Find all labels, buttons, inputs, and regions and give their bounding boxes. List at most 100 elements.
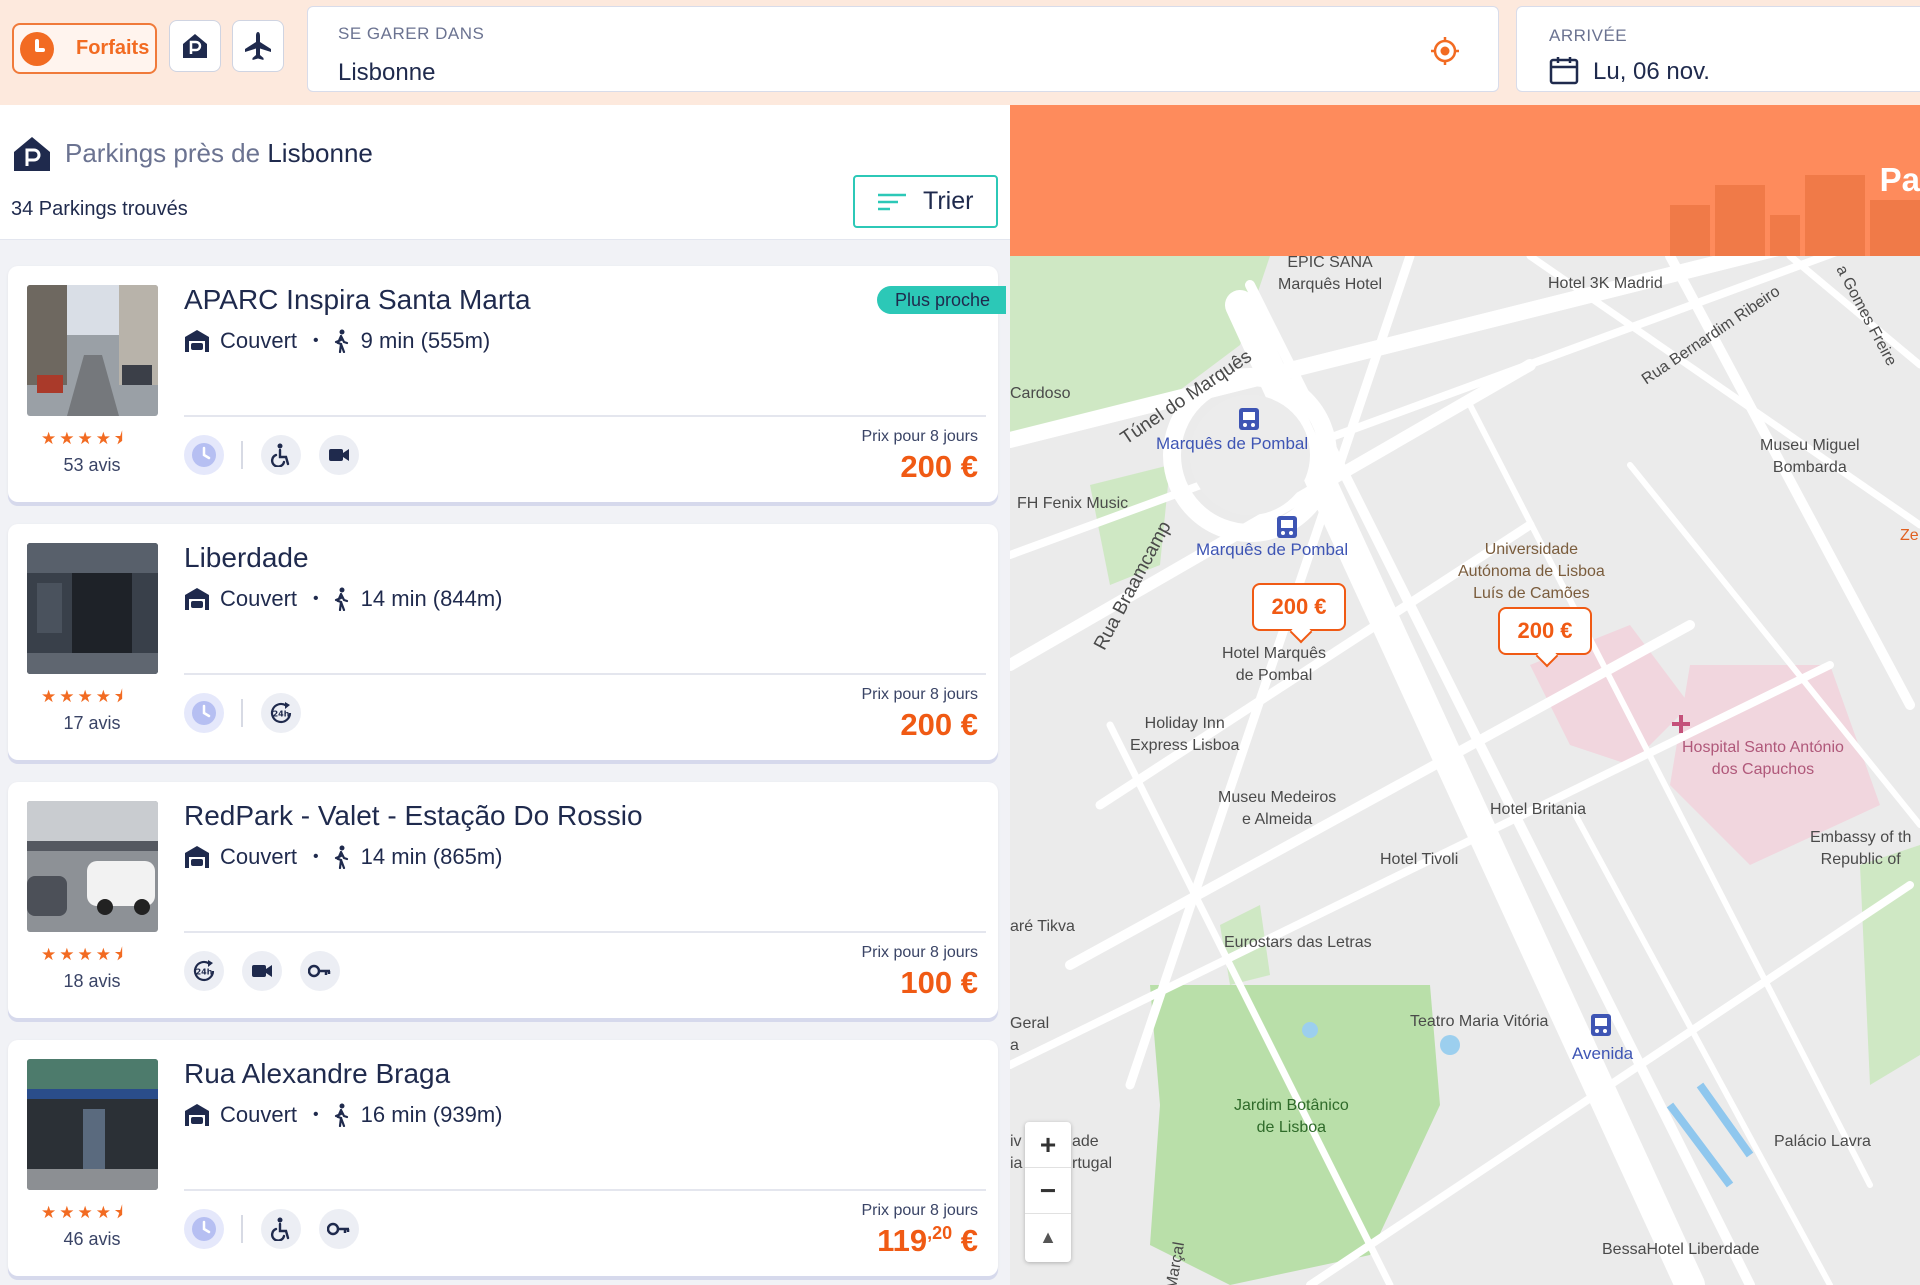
arrival-date-field[interactable]: ARRIVÉE Lu, 06 nov. [1516,6,1920,92]
compass-button[interactable]: ▲ [1025,1214,1071,1260]
parking-photo [27,543,158,674]
separator-dot: • [313,848,319,865]
half-star-icon: ⯨ [114,429,124,448]
parking-type: Couvert [220,586,298,611]
review-count[interactable]: 17 avis [28,713,156,734]
parking-card[interactable]: ★ ★ ★ ★ ⯨ 46 avis Rua Alexandre Braga Couver… [8,1040,998,1276]
airport-button[interactable] [232,20,284,72]
camera-icon [242,951,282,991]
walk-distance: 14 min (865m) [360,844,503,869]
map-label: Marquês de Pombal [1156,434,1309,453]
map-view[interactable]: EPIC SANA Marquês Hotel Hotel 3K Madrid … [1010,105,1920,1285]
feature-separator [241,699,243,727]
review-count[interactable]: 18 avis [28,971,156,992]
feature-icons [184,435,377,475]
promo-text: Pa [1879,161,1920,198]
compass-icon: ▲ [1039,1226,1057,1247]
parking-meta: Couvert • 9 min (555m) [184,328,490,354]
half-star-icon: ⯨ [114,945,124,964]
parking-house-icon [14,137,50,171]
map-label: Holiday Inn Express Lisboa [1130,715,1240,754]
zoom-out-button[interactable]: − [1025,1168,1071,1214]
search-caption: SE GARER DANS [338,24,485,43]
arrival-caption: ARRIVÉE [1549,26,1628,45]
map-label: Palácio Lavra [1774,1133,1871,1150]
map-label: Geral a [1010,1015,1050,1054]
parking-meta: Couvert • 16 min (939m) [184,1102,503,1128]
price-value: 100 € [900,965,978,1000]
parking-type: Couvert [220,1102,298,1127]
24h-icon: 24h [184,951,224,991]
star-icon: ★ [59,1203,75,1222]
parking-name[interactable]: Rua Alexandre Braga [184,1058,450,1090]
walk-distance: 9 min (555m) [360,328,491,353]
review-count[interactable]: 46 avis [28,1229,156,1250]
parking-type: Couvert [220,328,298,353]
opening-hours-icon [184,693,224,733]
search-value[interactable]: Lisbonne [338,59,435,87]
parking-photo [27,285,158,416]
separator-dot: • [313,1106,319,1123]
parking-photo [27,801,158,932]
svg-text:24h: 24h [272,710,289,719]
map-label: Ze [1900,527,1919,544]
map-label: EPIC SANA Marquês Hotel [1278,254,1383,293]
zoom-in-button[interactable]: + [1025,1122,1071,1168]
rating-stars: ★ ★ ★ ★ ⯨ [41,946,123,963]
star-icon: ★ [95,945,111,964]
feature-icons: 24h [184,693,319,733]
map-zoom-controls: + − ▲ [1025,1122,1071,1262]
price-value: 119,20 € [877,1223,978,1258]
card-divider [184,673,986,675]
star-icon: ★ [77,687,93,706]
map-label: Hotel Britania [1490,801,1587,818]
map-label: Embassy of th Republic of [1810,829,1912,868]
map-price-pin[interactable]: 200 € [1498,607,1592,655]
star-icon: ★ [95,429,111,448]
arrival-value[interactable]: Lu, 06 nov. [1593,58,1710,86]
geolocate-icon[interactable] [1430,36,1460,66]
parking-name[interactable]: RedPark - Valet - Estação Do Rossio [184,800,643,832]
price-caption: Prix pour 8 jours [861,1202,979,1219]
results-header: Parkings près de Lisbonne 34 Parkings tr… [0,105,1010,240]
parking-photo [27,1059,158,1190]
star-icon: ★ [77,429,93,448]
map-label: Hotel Tivoli [1380,851,1459,868]
card-divider [184,931,986,933]
review-count[interactable]: 53 avis [28,455,156,476]
key-icon [318,1209,359,1249]
star-icon: ★ [77,945,93,964]
map-price-pin[interactable]: 200 € [1252,583,1346,631]
map-label: Eurostars das Letras [1224,934,1372,951]
walk-distance: 14 min (844m) [360,586,503,611]
half-star-icon: ⯨ [114,1203,124,1222]
parking-card[interactable]: ★ ★ ★ ★ ⯨ 53 avis APARC Inspira Santa Marta … [8,266,1006,502]
parking-name[interactable]: Liberdade [184,542,309,574]
map-label: Marquês de Pombal [1196,540,1349,559]
parking-house-button[interactable] [169,20,221,72]
price-caption: Prix pour 8 jours [861,944,979,961]
parking-card[interactable]: ★ ★ ★ ★ ⯨ 18 avis RedPark - Valet - Estação … [8,782,998,1018]
map-label: Universidade Autónoma de Lisboa Luís de … [1458,541,1605,602]
map-label: Museu Miguel Bombarda [1760,437,1860,476]
price-caption: Prix pour 8 jours [861,428,979,445]
feature-separator [241,441,243,469]
star-icon: ★ [59,429,75,448]
metro-station-icon [1277,516,1297,538]
results-count: 34 Parkings trouvés [11,198,188,220]
forfaits-button[interactable]: Forfaits [12,23,157,74]
star-icon: ★ [95,1203,111,1222]
map-label: iv ia [1010,1133,1023,1172]
promo-banner[interactable]: Pa [1010,105,1920,256]
sort-button[interactable]: Trier [853,175,998,228]
parking-card[interactable]: ★ ★ ★ ★ ⯨ 17 avis Liberdade Couvert • 14 min… [8,524,998,760]
parking-name[interactable]: APARC Inspira Santa Marta [184,284,531,316]
parking-meta: Couvert • 14 min (844m) [184,586,503,612]
separator-dot: • [313,590,319,607]
24h-icon: 24h [260,693,301,733]
price-caption: Prix pour 8 jours [861,686,979,703]
location-search-field[interactable]: SE GARER DANS Lisbonne [307,6,1499,92]
wheelchair-icon [260,435,301,475]
opening-hours-icon [184,1209,224,1249]
rating-stars: ★ ★ ★ ★ ⯨ [41,430,123,447]
